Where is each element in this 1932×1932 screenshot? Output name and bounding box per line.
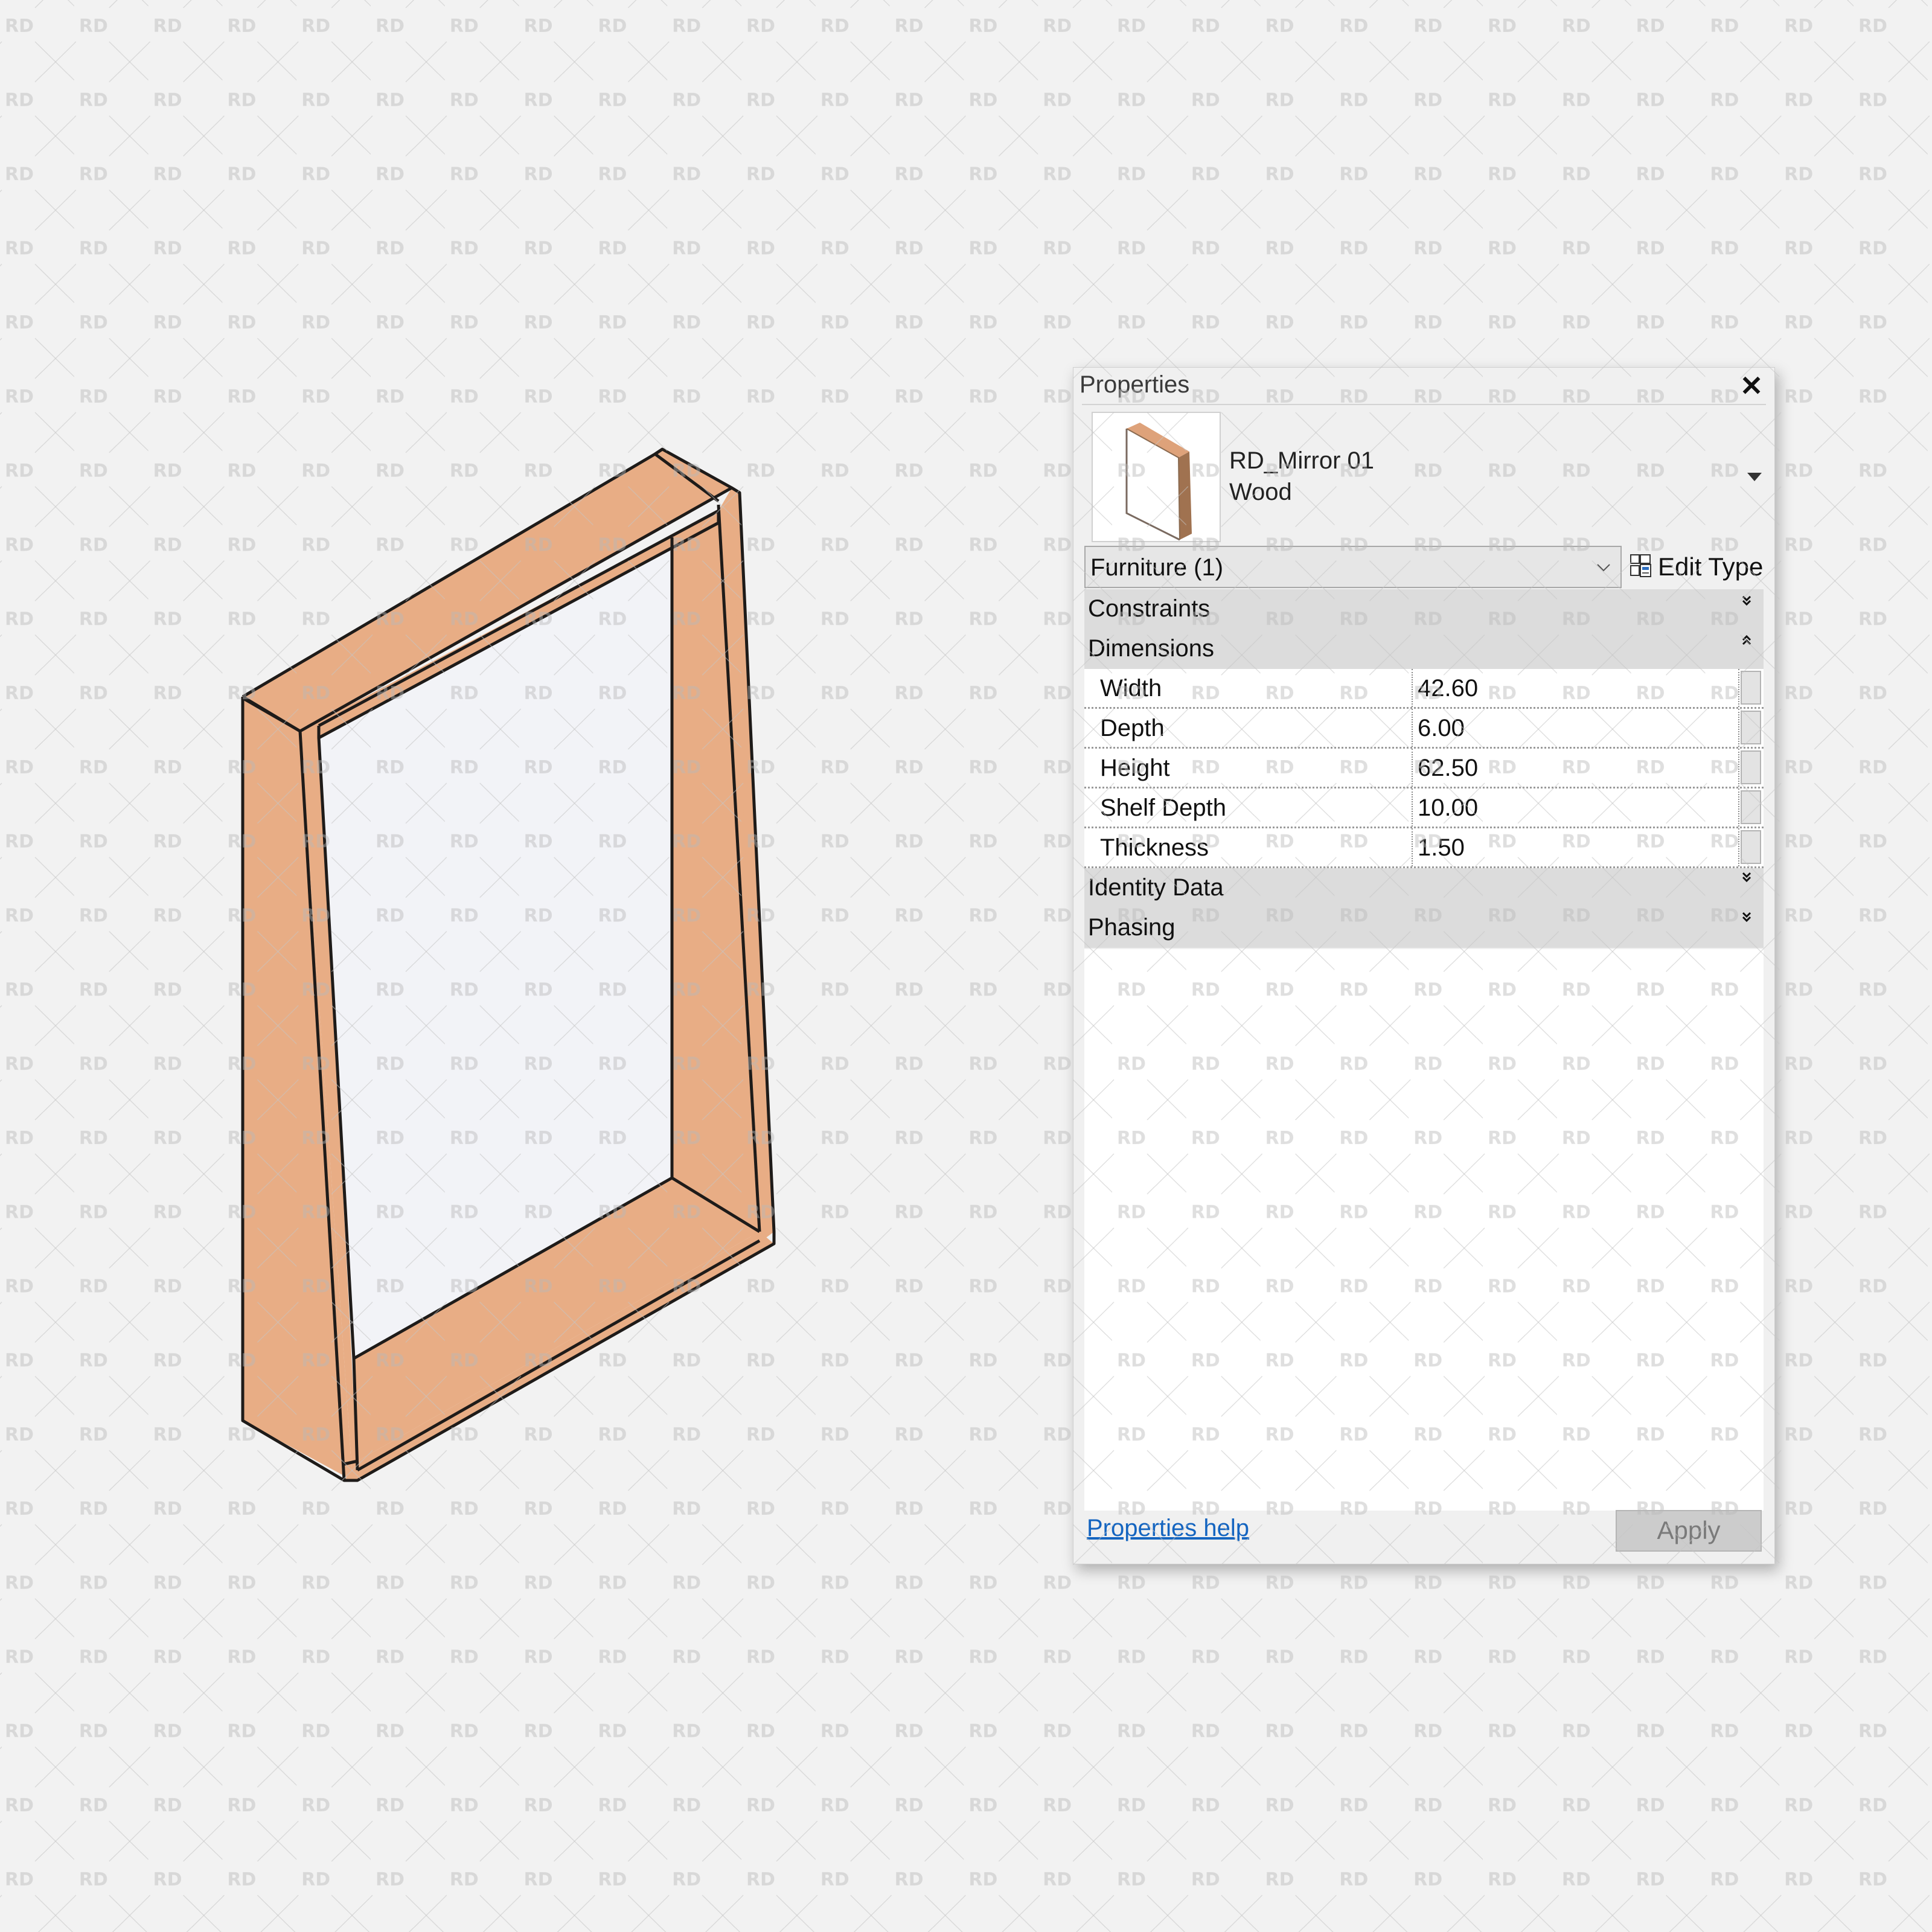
properties-grid: Constraints Dimensions Width 42.60 Depth… (1084, 589, 1764, 948)
group-identity-data[interactable]: Identity Data (1084, 868, 1764, 908)
category-filter-value: Furniture (1) (1090, 554, 1224, 581)
column-divider (1412, 749, 1413, 787)
double-chevron-up-icon[interactable] (1739, 632, 1754, 650)
property-row-width: Width 42.60 (1084, 669, 1764, 709)
type-family-name: RD_Mirror 01 (1229, 447, 1375, 474)
group-dimensions[interactable]: Dimensions (1084, 629, 1764, 669)
column-divider (1412, 788, 1413, 827)
column-divider (1738, 709, 1739, 747)
column-divider (1738, 828, 1739, 866)
column-divider (1412, 828, 1413, 866)
edit-type-icon (1630, 554, 1652, 581)
property-name: Width (1100, 675, 1162, 702)
chevron-down-icon (1595, 559, 1612, 576)
associate-parameter-button[interactable] (1741, 671, 1761, 705)
edit-type-button[interactable]: Edit Type (1630, 552, 1763, 582)
column-divider (1738, 669, 1739, 707)
panel-title: Properties (1080, 371, 1190, 398)
property-name: Shelf Depth (1100, 795, 1227, 821)
property-name: Height (1100, 755, 1170, 781)
edit-type-label: Edit Type (1658, 552, 1764, 581)
property-row-height: Height 62.50 (1084, 749, 1764, 788)
group-label: Dimensions (1088, 635, 1214, 662)
type-thumbnail[interactable] (1092, 412, 1221, 542)
associate-parameter-button[interactable] (1741, 790, 1761, 824)
title-divider (1082, 404, 1766, 405)
double-chevron-down-icon[interactable] (1739, 910, 1754, 929)
category-filter-select[interactable]: Furniture (1) (1084, 546, 1622, 588)
mirror-thumbnail-icon (1125, 423, 1192, 542)
property-row-depth: Depth 6.00 (1084, 709, 1764, 749)
property-value-input[interactable]: 10.00 (1414, 788, 1740, 827)
group-constraints[interactable]: Constraints (1084, 589, 1764, 629)
property-value-input[interactable]: 42.60 (1414, 669, 1740, 707)
property-value-input[interactable]: 62.50 (1414, 749, 1740, 787)
associate-parameter-button[interactable] (1741, 711, 1761, 744)
property-row-shelf-depth: Shelf Depth 10.00 (1084, 788, 1764, 828)
property-value-input[interactable]: 1.50 (1414, 828, 1740, 866)
properties-help-link[interactable]: Properties help (1087, 1515, 1249, 1542)
associate-parameter-button[interactable] (1741, 750, 1761, 784)
column-divider (1738, 749, 1739, 787)
mirror-model[interactable] (0, 0, 1063, 1932)
group-label: Identity Data (1088, 874, 1224, 901)
properties-panel: Properties ✕ RD_Mirror 01 Wood Furniture… (1073, 367, 1775, 1564)
group-label: Constraints (1088, 595, 1211, 622)
triangle-down-icon[interactable] (1745, 468, 1764, 486)
property-name: Thickness (1100, 834, 1209, 861)
double-chevron-down-icon[interactable] (1739, 871, 1754, 889)
property-value-input[interactable]: 6.00 (1414, 709, 1740, 747)
property-name: Depth (1100, 715, 1165, 741)
double-chevron-down-icon[interactable] (1739, 592, 1754, 610)
apply-button[interactable]: Apply (1616, 1510, 1762, 1552)
column-divider (1412, 669, 1413, 707)
3d-viewport[interactable] (0, 0, 1063, 1932)
column-divider (1738, 788, 1739, 827)
close-icon[interactable]: ✕ (1738, 372, 1765, 400)
column-divider (1412, 709, 1413, 747)
property-row-thickness: Thickness 1.50 (1084, 828, 1764, 868)
type-name: Wood (1229, 479, 1292, 505)
group-phasing[interactable]: Phasing (1084, 908, 1764, 948)
group-label: Phasing (1088, 914, 1176, 941)
associate-parameter-button[interactable] (1741, 830, 1761, 864)
properties-empty-area (1084, 949, 1764, 1511)
